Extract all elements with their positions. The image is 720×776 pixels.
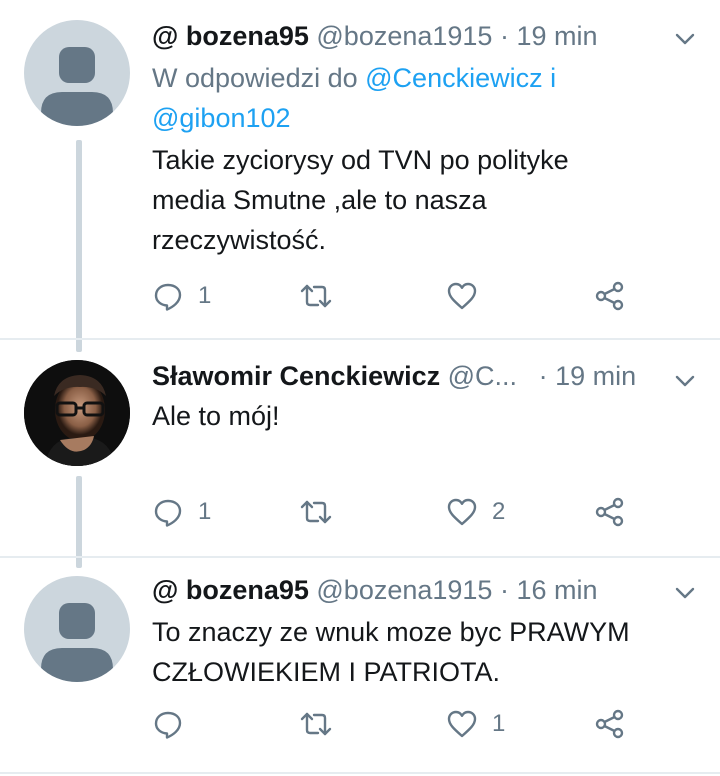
reply-count: 1 (198, 498, 212, 525)
like-count: 2 (492, 498, 506, 525)
tweet-text-line: rzeczywistość. (152, 225, 327, 255)
like-icon (447, 498, 477, 526)
tweet-actions: 1 (152, 704, 720, 744)
default-avatar-icon (41, 603, 113, 682)
mention-link[interactable]: @gibon102 (152, 103, 291, 133)
tweet-actions: 1 (152, 276, 720, 316)
author-name[interactable]: @ bozena95 (152, 575, 309, 605)
profile-photo (24, 360, 130, 466)
author-name[interactable]: Sławomir Cenckiewicz (152, 361, 440, 391)
avatar[interactable] (24, 360, 130, 466)
reply-icon (154, 499, 182, 527)
divider (0, 556, 720, 558)
tweet-text-line: CZŁOWIEKIEM I PATRIOTA. (152, 657, 501, 687)
tweet-actions: 1 2 (152, 492, 720, 532)
retweet-icon (300, 712, 332, 736)
author-handle[interactable]: @C... (448, 361, 517, 391)
like-count: 1 (492, 710, 506, 737)
tweet-header: Sławomir Cenckiewicz @C... · 19 min (152, 356, 720, 396)
reply-button[interactable]: 1 (152, 492, 211, 532)
mention-conjunction: i (550, 63, 557, 93)
separator: · (499, 21, 509, 51)
reply-prefix: W odpowiedzi do (152, 63, 358, 93)
chevron-down-icon[interactable] (674, 370, 696, 392)
like-icon (447, 710, 477, 738)
default-avatar-icon (41, 47, 113, 126)
share-icon (595, 497, 624, 527)
divider (0, 772, 720, 774)
mention-link[interactable]: @Cenckiewicz (365, 63, 542, 93)
retweet-button[interactable] (300, 492, 346, 532)
reply-icon (154, 283, 182, 311)
tweet-text: Ale to mój! (152, 396, 692, 436)
tweet[interactable]: @ bozena95 @bozena1915 · 16 min To znacz… (0, 570, 720, 770)
author-handle[interactable]: @bozena1915 (316, 575, 492, 605)
avatar[interactable] (24, 20, 130, 126)
tweet-text: To znaczy ze wnuk moze byc PRAWYM CZŁOWI… (152, 612, 692, 692)
tweet-text-line: media Smutne ,ale to nasza (152, 185, 487, 215)
separator: · (499, 575, 509, 605)
reply-button[interactable] (152, 704, 198, 744)
reply-context: W odpowiedzi do @Cenckiewicz i @gibon102 (152, 58, 652, 138)
like-icon (447, 282, 477, 310)
reply-count: 1 (198, 282, 212, 309)
reply-icon (154, 711, 182, 739)
like-button[interactable] (446, 276, 492, 316)
share-button[interactable] (594, 704, 626, 744)
tweet-header: @ bozena95 @bozena1915 · 19 min (152, 16, 720, 56)
retweet-button[interactable] (300, 276, 346, 316)
tweet[interactable]: @ bozena95 @bozena1915 · 19 min W odpowi… (0, 16, 720, 336)
timestamp[interactable]: 19 min (555, 361, 636, 391)
like-button[interactable]: 1 (446, 704, 505, 744)
like-button[interactable]: 2 (446, 492, 505, 532)
share-button[interactable] (594, 276, 626, 316)
tweet-text-line: Takie zyciorysy od TVN po polityke (152, 145, 569, 175)
retweet-icon (300, 500, 332, 524)
share-button[interactable] (594, 492, 626, 532)
tweet-text-line: Ale to mój! (152, 401, 280, 431)
tweet-header: @ bozena95 @bozena1915 · 16 min (152, 570, 720, 610)
retweet-icon (300, 284, 332, 308)
reply-button[interactable]: 1 (152, 276, 211, 316)
tweet-text-line: To znaczy ze wnuk moze byc PRAWYM (152, 617, 630, 647)
author-handle[interactable]: @bozena1915 (316, 21, 492, 51)
avatar[interactable] (24, 576, 130, 682)
divider (0, 338, 720, 340)
share-icon (595, 709, 624, 739)
tweet-text: Takie zyciorysy od TVN po polityke media… (152, 140, 692, 260)
chevron-down-icon[interactable] (674, 28, 696, 50)
author-name[interactable]: @ bozena95 (152, 21, 309, 51)
chevron-down-icon[interactable] (674, 582, 696, 604)
retweet-button[interactable] (300, 704, 346, 744)
separator: · (538, 361, 548, 391)
share-icon (595, 281, 624, 311)
timestamp[interactable]: 16 min (516, 575, 597, 605)
tweet[interactable]: Sławomir Cenckiewicz @C... · 19 min Ale … (0, 356, 720, 556)
timestamp[interactable]: 19 min (516, 21, 597, 51)
